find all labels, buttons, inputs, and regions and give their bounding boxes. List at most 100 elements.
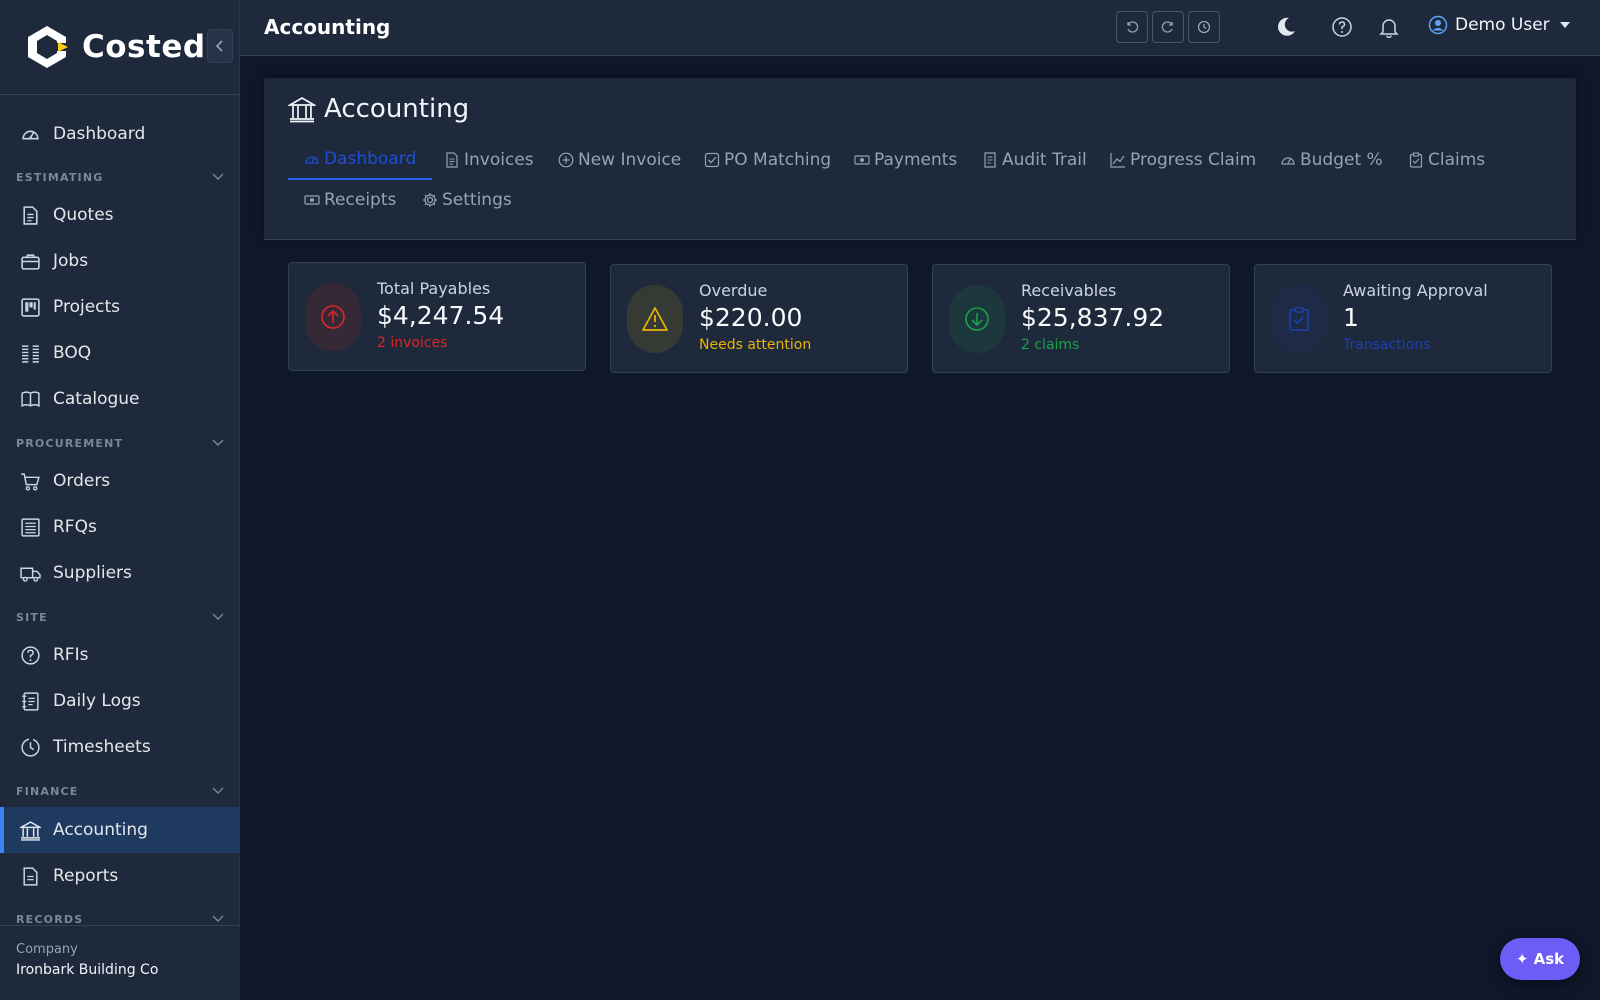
sidebar-item-jobs[interactable]: Jobs <box>0 238 240 284</box>
card-icon-wrap <box>627 285 683 353</box>
bank-icon <box>20 820 41 841</box>
chevron-left-icon <box>215 40 223 52</box>
page-title-text: Accounting <box>324 94 470 124</box>
collapse-sidebar-button[interactable] <box>207 29 233 63</box>
card-overdue[interactable]: Overdue $220.00 Needs attention <box>610 264 908 373</box>
sidebar-item-label: Timesheets <box>53 737 151 757</box>
undo-button[interactable] <box>1116 11 1148 43</box>
section-label: RECORDS <box>16 912 84 926</box>
card-label: Total Payables <box>377 279 491 298</box>
help-button[interactable] <box>1330 15 1354 39</box>
sidebar-item-daily-logs[interactable]: Daily Logs <box>0 678 240 724</box>
sidebar-item-suppliers[interactable]: Suppliers <box>0 550 240 596</box>
warning-icon <box>642 307 668 331</box>
page-title: Accounting <box>288 94 469 124</box>
card-icon-wrap <box>1271 285 1327 353</box>
sidebar-item-reports[interactable]: Reports <box>0 853 240 899</box>
tab-label: PO Matching <box>724 150 832 170</box>
clock-icon <box>21 737 40 757</box>
section-label: SITE <box>16 610 48 624</box>
chevron-down-icon <box>212 787 224 794</box>
sidebar-item-orders[interactable]: Orders <box>0 458 240 504</box>
sidebar-item-label: Suppliers <box>53 563 132 583</box>
sidebar-item-label: Accounting <box>53 820 148 840</box>
tab-audit-trail[interactable]: Audit Trail <box>966 140 1103 180</box>
card-icon-wrap <box>949 285 1005 353</box>
user-name: Demo User <box>1455 15 1550 35</box>
tab-dashboard[interactable]: Dashboard <box>288 140 433 180</box>
sidebar-item-quotes[interactable]: Quotes <box>0 192 240 238</box>
book-icon <box>21 390 40 407</box>
section-label: ESTIMATING <box>16 170 104 184</box>
card-subtext: 2 invoices <box>377 335 448 351</box>
tab-budget[interactable]: Budget % <box>1264 140 1399 180</box>
section-procurement[interactable]: PROCUREMENT <box>16 433 224 453</box>
chevron-down-icon <box>212 439 224 446</box>
card-subtext: Transactions <box>1343 337 1431 353</box>
tab-label: Claims <box>1428 150 1486 170</box>
sidebar-item-rfqs[interactable]: RFQs <box>0 504 240 550</box>
tab-label: Audit Trail <box>1002 150 1087 170</box>
tab-claims[interactable]: Claims <box>1392 140 1501 180</box>
undo-icon <box>1127 21 1139 33</box>
sidebar-item-label: Daily Logs <box>53 691 141 711</box>
company-label: Company <box>16 942 78 957</box>
sidebar-item-label: Catalogue <box>53 389 140 409</box>
history-button[interactable] <box>1188 11 1220 43</box>
user-menu[interactable]: Demo User <box>1428 15 1570 35</box>
card-receivables[interactable]: Receivables $25,837.92 2 claims <box>932 264 1230 373</box>
arrow-down-circle-icon <box>965 307 989 331</box>
sidebar-item-label: Reports <box>53 866 119 886</box>
sidebar-item-dashboard[interactable]: Dashboard <box>0 111 240 157</box>
gear-icon <box>423 193 437 207</box>
card-awaiting-approval[interactable]: Awaiting Approval 1 Transactions <box>1254 264 1552 373</box>
card-total-payables[interactable]: Total Payables $4,247.54 2 invoices <box>288 262 586 371</box>
truck-icon <box>20 567 41 582</box>
sidebar-item-label: Jobs <box>53 251 89 271</box>
section-estimating[interactable]: ESTIMATING <box>16 167 224 187</box>
bell-icon <box>1379 19 1399 38</box>
card-icon-wrap <box>305 283 361 351</box>
chevron-down-icon <box>212 613 224 620</box>
ask-assistant-button[interactable]: ✦ Ask <box>1500 938 1580 980</box>
section-site[interactable]: SITE <box>16 607 224 627</box>
sidebar-item-projects[interactable]: Projects <box>0 284 240 330</box>
sidebar-item-timesheets[interactable]: Timesheets <box>0 724 240 770</box>
theme-toggle-button[interactable] <box>1274 15 1298 39</box>
section-finance[interactable]: FINANCE <box>16 781 224 801</box>
card-value: 1 <box>1343 303 1359 332</box>
journal-icon <box>22 691 39 711</box>
page-header-title: Accounting <box>264 15 391 39</box>
tab-invoices[interactable]: Invoices <box>428 140 550 180</box>
chevron-down-icon <box>212 173 224 180</box>
report-icon <box>23 866 38 886</box>
history-clock-icon <box>1197 20 1211 34</box>
tab-label: Dashboard <box>324 149 417 169</box>
redo-button[interactable] <box>1152 11 1184 43</box>
notifications-button[interactable] <box>1377 15 1401 39</box>
graph-up-icon <box>1110 153 1125 168</box>
caret-down-icon <box>1559 22 1570 28</box>
sidebar-item-accounting[interactable]: Accounting <box>0 807 240 853</box>
tab-receipts[interactable]: Receipts <box>288 180 412 220</box>
tab-payments[interactable]: Payments <box>838 140 973 180</box>
question-circle-icon <box>21 645 40 665</box>
sidebar-item-boq[interactable]: BOQ <box>0 330 240 376</box>
gauge-icon <box>22 130 39 139</box>
card-label: Receivables <box>1021 281 1117 300</box>
cash-icon <box>854 155 870 165</box>
tab-po-matching[interactable]: PO Matching <box>688 140 847 180</box>
sidebar-item-rfis[interactable]: RFIs <box>0 632 240 678</box>
tab-new-invoice[interactable]: New Invoice <box>542 140 697 180</box>
sidebar-item-label: Quotes <box>53 205 114 225</box>
newspaper-icon <box>21 517 40 537</box>
tab-progress-claim[interactable]: Progress Claim <box>1094 140 1272 180</box>
sidebar-item-catalogue[interactable]: Catalogue <box>0 376 240 422</box>
tab-settings[interactable]: Settings <box>406 180 528 220</box>
card-label: Awaiting Approval <box>1343 281 1488 300</box>
section-label: FINANCE <box>16 784 79 798</box>
tab-label: Invoices <box>464 150 534 170</box>
section-label: PROCUREMENT <box>16 436 124 450</box>
company-switcher[interactable]: Company Ironbark Building Co <box>0 925 240 1000</box>
card-subtext: 2 claims <box>1021 337 1080 353</box>
